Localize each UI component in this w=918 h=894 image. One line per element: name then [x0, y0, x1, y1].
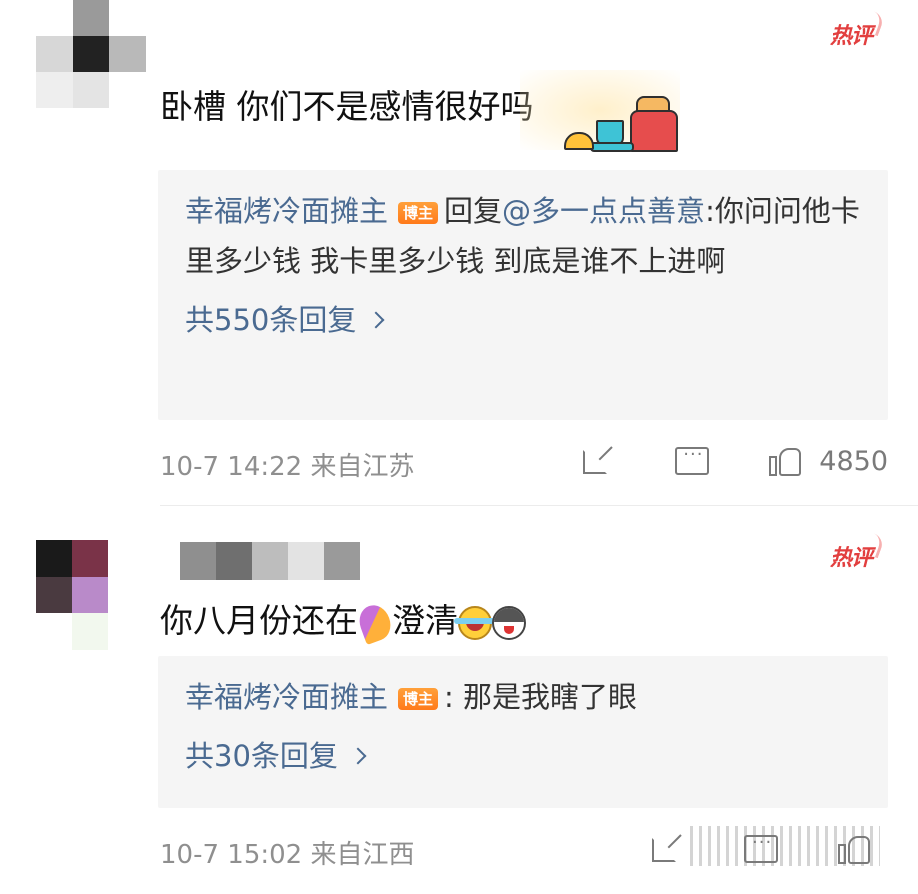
- comment-icon[interactable]: [675, 444, 710, 475]
- reply-count-label: 共550条回复: [185, 303, 357, 337]
- avatar[interactable]: [36, 0, 146, 108]
- comment-text: 卧槽 你们不是感情很好吗: [160, 87, 534, 126]
- like-icon[interactable]: [769, 444, 803, 478]
- share-icon[interactable]: [650, 832, 684, 866]
- username-redacted[interactable]: [180, 542, 360, 580]
- reply-mention[interactable]: @多一点点善意: [502, 194, 705, 228]
- comment-text-part: 澄清: [392, 601, 458, 640]
- chevron-right-icon: [367, 311, 385, 329]
- comment-text-part: 你八月份还在: [160, 601, 358, 640]
- reply-preview[interactable]: 幸福烤冷面摊主 博主 回复@多一点点善意:你问问他卡里多少钱 我卡里多少钱 到底是谁…: [158, 170, 888, 420]
- comment-actions: 4850: [581, 444, 888, 478]
- hot-comment-badge: 热评: [830, 18, 873, 50]
- reply-author[interactable]: 幸福烤冷面摊主: [185, 680, 388, 714]
- reply-text: 幸福烤冷面摊主 博主 回复@多一点点善意:你问问他卡里多少钱 我卡里多少钱 到底是谁…: [185, 186, 862, 286]
- toast-sticker-icon: [520, 70, 684, 152]
- blogger-badge: 博主: [398, 202, 439, 224]
- reply-body: : 那是我瞎了眼: [444, 680, 638, 714]
- share-icon[interactable]: [581, 444, 615, 478]
- watermark-overlay: [690, 826, 880, 866]
- reply-prefix: 回复: [444, 194, 503, 228]
- view-replies-link[interactable]: 共550条回复: [185, 298, 862, 342]
- reply-text: 幸福烤冷面摊主 博主: 那是我瞎了眼: [185, 672, 862, 722]
- comment-meta: 10-7 15:02 来自江西: [160, 840, 415, 870]
- blogger-badge: 博主: [398, 688, 439, 710]
- reply-count-label: 共30条回复: [185, 739, 338, 773]
- reply-author[interactable]: 幸福烤冷面摊主: [185, 194, 388, 228]
- comment-text: 你八月份还在 澄清: [160, 594, 526, 645]
- avatar[interactable]: [36, 540, 108, 650]
- reply-preview[interactable]: 幸福烤冷面摊主 博主: 那是我瞎了眼 共30条回复: [158, 656, 888, 808]
- like-count: 4850: [819, 445, 888, 477]
- chevron-right-icon: [349, 747, 367, 765]
- comment-meta: 10-7 14:22 来自江苏: [160, 452, 415, 482]
- sweet-potato-icon: [354, 600, 396, 645]
- view-replies-link[interactable]: 共30条回复: [185, 734, 862, 778]
- comment-card: 热评 卧槽 你们不是感情很好吗 幸福烤冷面摊主 博主 回复@多一点点善意:你问问他卡…: [0, 0, 918, 505]
- hot-comment-badge: 热评: [830, 540, 873, 572]
- laugh-cry-icon: [454, 605, 496, 640]
- husky-icon: [492, 605, 526, 640]
